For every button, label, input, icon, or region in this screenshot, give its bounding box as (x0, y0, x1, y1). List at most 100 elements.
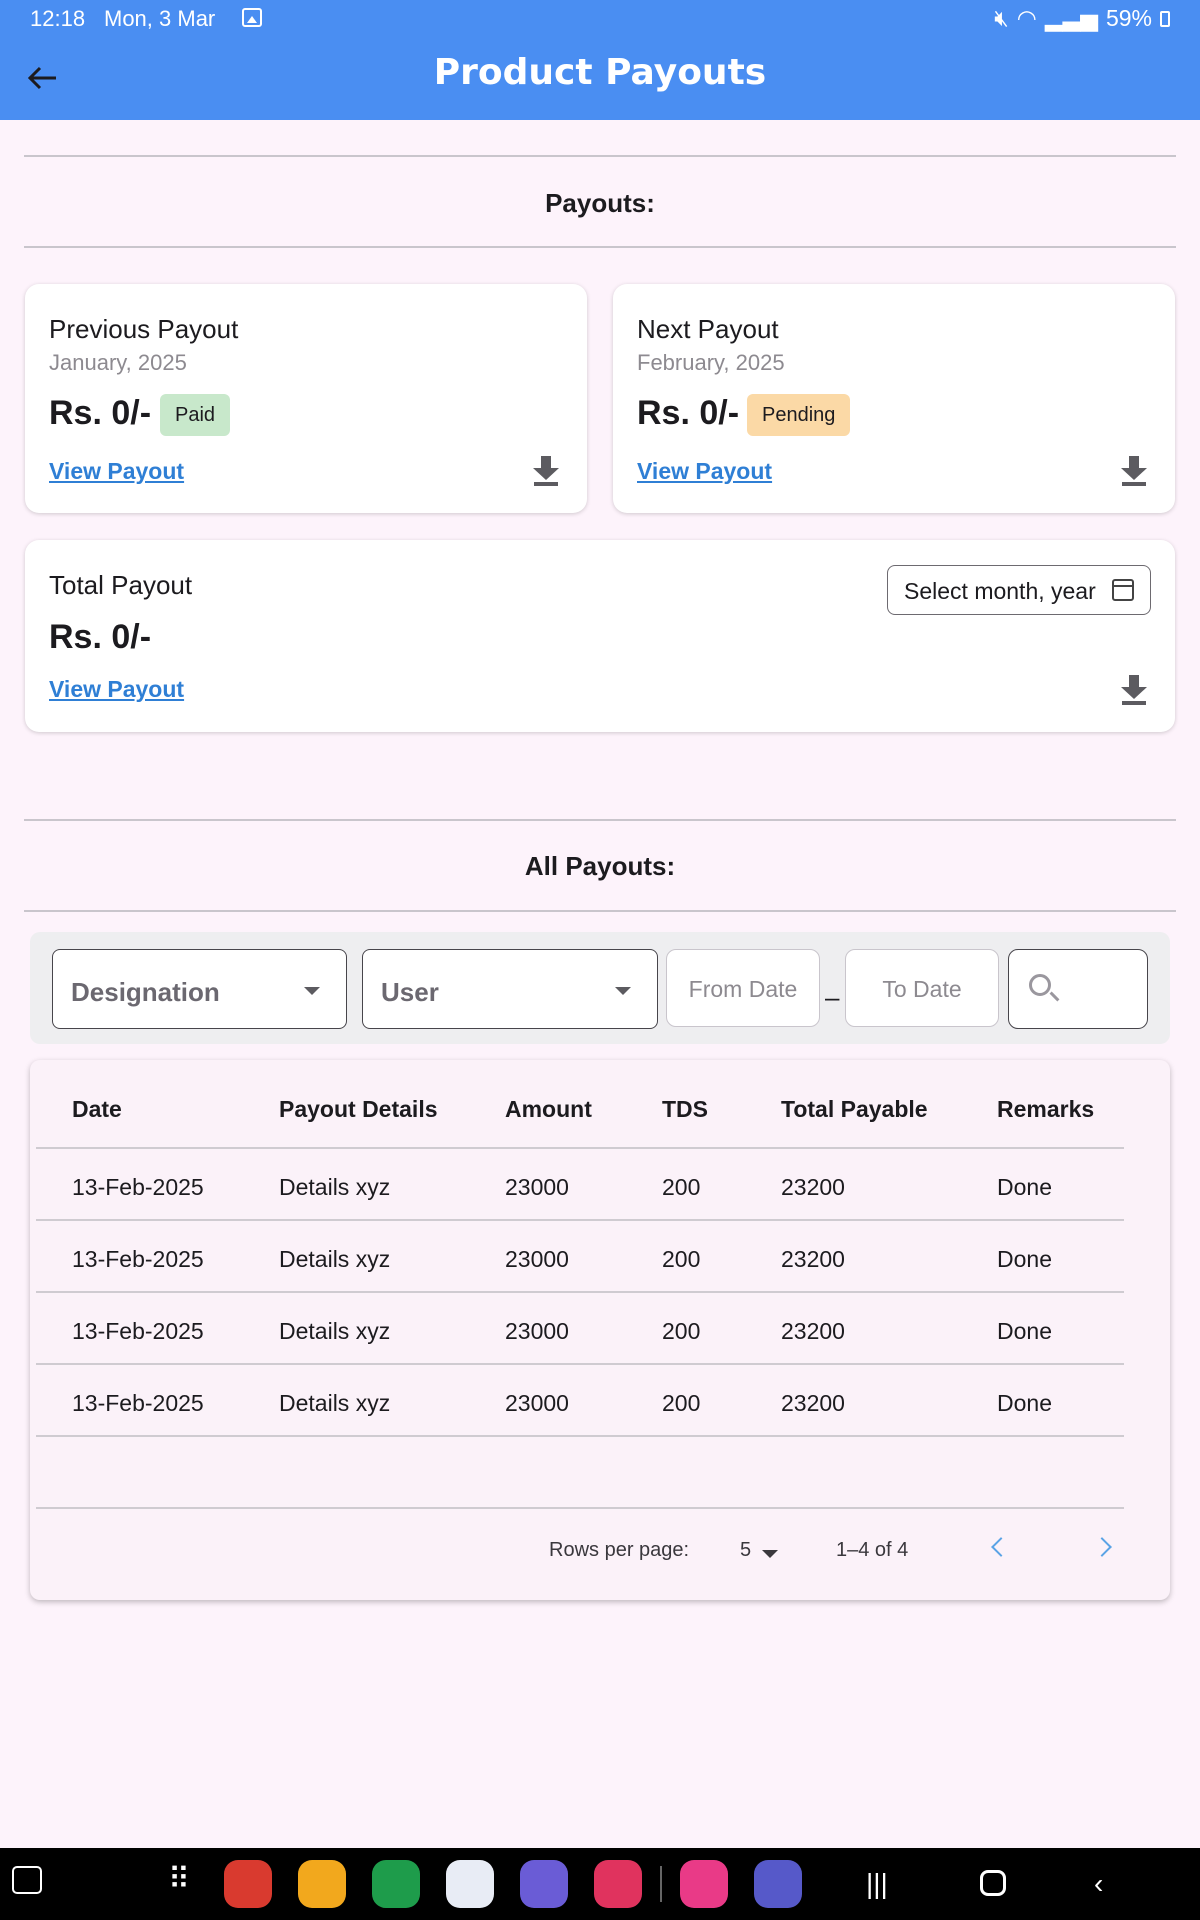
column-header-total-payable[interactable]: Total Payable (781, 1096, 928, 1123)
column-header-amount[interactable]: Amount (505, 1096, 592, 1123)
column-header-remarks[interactable]: Remarks (997, 1096, 1094, 1123)
cell-details: Details xyz (279, 1390, 391, 1416)
app-drawer-icon[interactable]: ⠿ (168, 1862, 190, 1897)
dropdown-arrow-icon[interactable] (762, 1550, 778, 1558)
designation-label: Designation (71, 977, 220, 1007)
cell-remarks: Done (997, 1174, 1052, 1200)
previous-payout-card: Previous Payout January, 2025 Rs. 0/- Pa… (25, 284, 587, 513)
internet-app-icon[interactable] (520, 1860, 568, 1908)
gallery-app-icon[interactable] (680, 1860, 728, 1908)
cell-total-payable: 23200 (781, 1318, 845, 1344)
user-label: User (381, 977, 439, 1007)
payout-amount: Rs. 0/- (49, 394, 152, 432)
card-title: Next Payout (637, 314, 779, 344)
cell-date: 13-Feb-2025 (72, 1174, 204, 1200)
row-divider (36, 1147, 1124, 1149)
status-icons: 🔇︎ ◠ ▂▃▅ 59% (994, 5, 1170, 32)
card-period: January, 2025 (49, 350, 187, 375)
back-button[interactable]: ‹ (1094, 1868, 1103, 1900)
filter-bar: Designation User From Date – To Date (30, 932, 1170, 1044)
from-date-field[interactable]: From Date (666, 949, 820, 1027)
view-payout-link[interactable]: View Payout (49, 458, 184, 485)
card-title: Previous Payout (49, 314, 239, 344)
user-dropdown[interactable]: User (362, 949, 658, 1029)
view-payout-link[interactable]: View Payout (49, 676, 184, 703)
dock-divider (660, 1866, 662, 1902)
divider (24, 910, 1176, 912)
month-year-picker[interactable]: Select month, year (887, 565, 1151, 615)
dropdown-arrow-icon (304, 987, 320, 995)
dropdown-arrow-icon (615, 987, 631, 995)
row-divider (36, 1435, 1124, 1437)
app-bar: 12:18 Mon, 3 Mar 🔇︎ ◠ ▂▃▅ 59% Product Pa… (0, 0, 1200, 120)
row-divider (36, 1507, 1124, 1509)
cell-total-payable: 23200 (781, 1174, 845, 1200)
search-icon (1029, 974, 1051, 996)
search-button[interactable] (1008, 949, 1148, 1029)
cell-amount: 23000 (505, 1174, 569, 1200)
card-period: February, 2025 (637, 350, 785, 375)
cell-details: Details xyz (279, 1246, 391, 1272)
home-button[interactable] (980, 1870, 1006, 1896)
battery-level: 59% (1105, 5, 1152, 31)
rows-per-page-label: Rows per page: (549, 1539, 690, 1561)
payout-amount: Rs. 0/- (49, 618, 152, 656)
row-divider (36, 1291, 1124, 1293)
notes-app-icon[interactable] (224, 1860, 272, 1908)
messages-app-icon[interactable] (446, 1860, 494, 1908)
wifi-icon: ◠ (1016, 5, 1037, 31)
cell-tds: 200 (662, 1174, 701, 1200)
payout-amount: Rs. 0/- (637, 394, 740, 432)
download-icon[interactable] (532, 456, 560, 486)
cell-remarks: Done (997, 1246, 1052, 1272)
payouts-section-title: Payouts: (545, 188, 655, 218)
column-header-date[interactable]: Date (72, 1096, 122, 1123)
status-badge: Paid (160, 394, 231, 436)
all-payouts-title: All Payouts: (524, 851, 676, 881)
battery-icon (1160, 10, 1170, 27)
gallery-notification-icon (242, 8, 262, 27)
recent-apps-panel-icon[interactable] (12, 1866, 42, 1894)
files-app-icon[interactable] (298, 1860, 346, 1908)
recents-button[interactable]: ||| (866, 1868, 888, 1900)
calendar-icon (1112, 579, 1134, 601)
column-header-payout-details[interactable]: Payout Details (279, 1096, 438, 1123)
cell-date: 13-Feb-2025 (72, 1318, 204, 1344)
phone-app-icon[interactable] (372, 1860, 420, 1908)
row-divider (36, 1363, 1124, 1365)
status-time: 12:18 (30, 6, 86, 31)
rows-per-page-select[interactable]: 5 (740, 1539, 751, 1562)
signal-icon: ▂▃▅ (1044, 5, 1098, 31)
designation-dropdown[interactable]: Designation (52, 949, 347, 1029)
status-date: Mon, 3 Mar (104, 6, 216, 31)
to-date-field[interactable]: To Date (845, 949, 999, 1027)
cell-amount: 23000 (505, 1390, 569, 1416)
view-payout-link[interactable]: View Payout (637, 458, 772, 485)
cell-remarks: Done (997, 1318, 1052, 1344)
cell-amount: 23000 (505, 1318, 569, 1344)
cell-details: Details xyz (279, 1174, 391, 1200)
card-title: Total Payout (49, 570, 193, 600)
camera-app-icon[interactable] (594, 1860, 642, 1908)
teams-app-icon[interactable] (754, 1860, 802, 1908)
date-separator: – (825, 982, 840, 1012)
cell-remarks: Done (997, 1390, 1052, 1416)
total-payout-card: Total Payout Rs. 0/- View Payout Select … (25, 540, 1175, 732)
cell-tds: 200 (662, 1390, 701, 1416)
column-header-tds[interactable]: TDS (662, 1096, 708, 1123)
cell-total-payable: 23200 (781, 1246, 845, 1272)
divider (24, 819, 1176, 821)
download-icon[interactable] (1120, 456, 1148, 486)
previous-page-icon[interactable] (991, 1537, 1011, 1557)
system-nav-bar: ⠿ ||| ‹ (0, 1848, 1200, 1920)
cell-details: Details xyz (279, 1318, 391, 1344)
cell-total-payable: 23200 (781, 1390, 845, 1416)
cell-amount: 23000 (505, 1246, 569, 1272)
download-icon[interactable] (1120, 675, 1148, 705)
month-picker-label: Select month, year (904, 578, 1096, 604)
cell-tds: 200 (662, 1318, 701, 1344)
next-page-icon[interactable] (1092, 1537, 1112, 1557)
divider (24, 155, 1176, 157)
mute-icon: 🔇︎ (994, 5, 1009, 31)
divider (24, 246, 1176, 248)
